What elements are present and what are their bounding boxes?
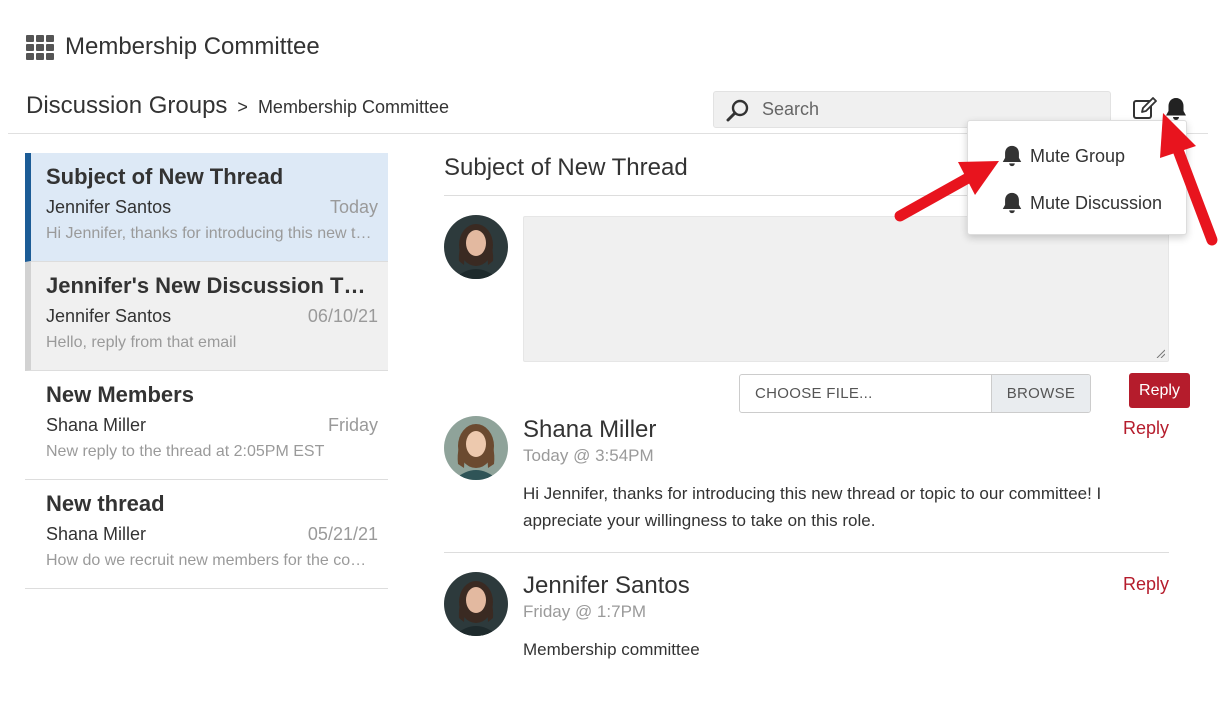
thread-author: Jennifer Santos — [46, 197, 172, 217]
post-divider — [444, 552, 1169, 553]
thread-date: 05/21/21 — [307, 524, 378, 544]
post: Jennifer Santos Friday @ 1:7PM Reply Mem… — [444, 572, 1169, 672]
resize-handle-icon[interactable] — [1156, 349, 1165, 358]
avatar — [444, 416, 508, 480]
browse-button[interactable]: BROWSE — [991, 375, 1090, 412]
breadcrumb-separator: > — [237, 97, 248, 117]
app-title: Membership Committee — [65, 33, 320, 60]
thread-item[interactable]: New Members Shana Miller Friday New repl… — [25, 371, 388, 480]
post-body: Membership committee — [523, 640, 700, 659]
grid-icon[interactable] — [26, 35, 55, 60]
post-body: Hi Jennifer, thanks for introducing this… — [523, 484, 1102, 530]
thread-date: Friday — [327, 415, 378, 435]
post-time: Today @ 3:54PM — [523, 446, 654, 465]
reply-textarea[interactable] — [523, 216, 1169, 362]
thread-author: Shana Miller — [46, 524, 147, 544]
mute-dropdown-menu: Mute Group Mute Discussion — [967, 120, 1187, 235]
post-reply-link[interactable]: Reply — [1123, 574, 1169, 595]
post: Shana Miller Today @ 3:54PM Reply Hi Jen… — [444, 416, 1169, 552]
thread-item[interactable]: Jennifer's New Discussion Thread Jennife… — [25, 262, 388, 371]
thread-author: Shana Miller — [46, 415, 147, 435]
menu-item-mute-group[interactable]: Mute Group — [1000, 144, 1125, 168]
post-author: Jennifer Santos — [523, 572, 690, 599]
choose-file-field[interactable]: CHOOSE FILE... — [740, 375, 991, 412]
menu-item-label: Mute Discussion — [1030, 192, 1163, 213]
thread-list: Subject of New Thread Jennifer Santos To… — [25, 153, 388, 589]
thread-subject: Subject of New Thread — [46, 164, 284, 189]
thread-title: Subject of New Thread — [444, 154, 688, 181]
avatar — [444, 215, 508, 279]
thread-subject: Jennifer's New Discussion Thread — [46, 273, 378, 298]
compose-icon[interactable] — [1132, 97, 1158, 121]
thread-subject: New Members — [46, 382, 194, 407]
search-icon — [726, 99, 749, 121]
bell-icon — [1002, 192, 1022, 214]
reply-submit-button[interactable]: Reply — [1129, 373, 1190, 408]
thread-preview: New reply to the thread at 2:05PM EST — [46, 443, 325, 460]
menu-item-mute-discussion[interactable]: Mute Discussion — [1000, 191, 1162, 215]
thread-preview: Hi Jennifer, thanks for introducing this… — [46, 225, 378, 242]
file-input[interactable]: CHOOSE FILE... BROWSE — [739, 374, 1091, 413]
breadcrumb: Discussion Groups > Membership Committee — [26, 92, 449, 120]
thread-preview: How do we recruit new members for the co… — [46, 552, 378, 569]
thread-date: Today — [329, 197, 378, 217]
menu-item-label: Mute Group — [1030, 145, 1126, 166]
breadcrumb-root-link[interactable]: Discussion Groups — [26, 92, 227, 120]
breadcrumb-current: Membership Committee — [257, 97, 449, 117]
thread-author: Jennifer Santos — [46, 306, 172, 326]
search-input[interactable] — [760, 98, 1084, 121]
post-time: Friday @ 1:7PM — [523, 602, 647, 621]
thread-subject: New thread — [46, 491, 165, 516]
thread-item[interactable]: New thread Shana Miller 05/21/21 How do … — [25, 480, 388, 589]
avatar — [444, 572, 508, 636]
thread-item[interactable]: Subject of New Thread Jennifer Santos To… — [25, 153, 388, 262]
bell-icon — [1002, 145, 1022, 167]
thread-preview: Hello, reply from that email — [46, 334, 237, 351]
post-author: Shana Miller — [523, 416, 657, 443]
post-reply-link[interactable]: Reply — [1123, 418, 1169, 439]
bell-icon[interactable] — [1163, 96, 1189, 122]
thread-date: 06/10/21 — [307, 306, 378, 326]
app-header: Membership Committee — [26, 30, 320, 64]
